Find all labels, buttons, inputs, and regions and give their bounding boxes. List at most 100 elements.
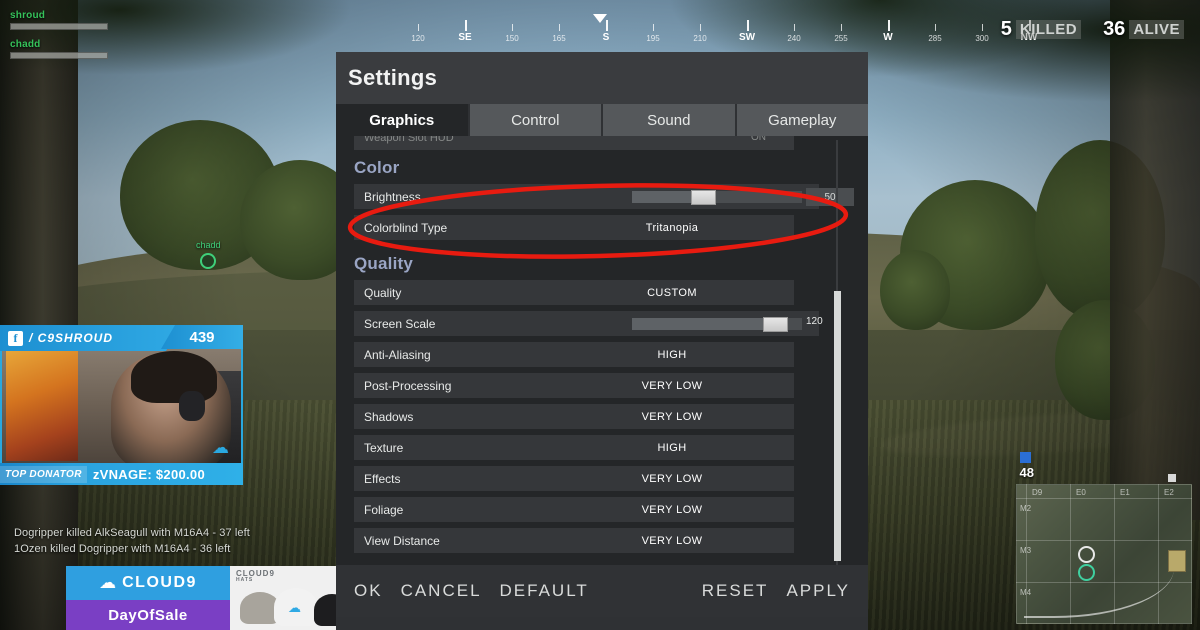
ad-brand-block: ☁ CLOUD9 DayOfSale — [66, 566, 230, 630]
tab-gameplay[interactable]: Gameplay — [736, 104, 868, 136]
tab-graphics[interactable]: Graphics — [336, 104, 468, 136]
settings-row-view-distance[interactable]: View Distance VERY LOW — [354, 528, 794, 553]
compass-tick — [747, 20, 749, 31]
settings-row-label: Screen Scale — [364, 316, 436, 331]
compass-label: 240 — [787, 34, 801, 43]
apply-button[interactable]: APPLY — [786, 581, 850, 601]
compass-tick — [465, 20, 467, 31]
compass-label: 165 — [552, 34, 566, 43]
headset-icon — [179, 391, 205, 421]
minimap[interactable]: D9 E0 E1 E2 M2 M3 M4 — [1016, 484, 1192, 624]
settings-row-partial-label: Weapon Slot HUD — [364, 136, 454, 144]
minimap-col-label: D9 — [1032, 488, 1043, 497]
compass-label: 255 — [834, 34, 848, 43]
minimap-waypoint-icon — [1078, 546, 1095, 563]
slider-track[interactable] — [632, 190, 802, 205]
compass-tick — [418, 24, 419, 31]
ad-brand-name: CLOUD9 — [122, 574, 197, 591]
settings-row-label: Quality — [364, 285, 402, 300]
alive-counter: 36 ALIVE — [1103, 18, 1184, 41]
channel-handle: / C9SHROUD — [29, 331, 114, 345]
settings-content: Color Brightness 50 Colorblind Type Tritanop… — [344, 150, 854, 553]
alive-label: ALIVE — [1129, 20, 1184, 39]
channel-handle-bar: f / C9SHROUD — [0, 325, 180, 351]
teammate-world-marker: chadd — [196, 240, 221, 269]
settings-row-label: Colorblind Type — [364, 220, 448, 235]
settings-row-partial[interactable]: Weapon Slot HUD ON — [354, 136, 794, 150]
section-heading-quality: Quality — [354, 254, 414, 273]
minimap-col-label: E2 — [1164, 488, 1174, 497]
minimap-gridline — [1158, 484, 1159, 624]
settings-row-quality[interactable]: Quality CUSTOM — [354, 280, 794, 305]
viewer-count: 439 — [189, 328, 215, 346]
cancel-button[interactable]: CANCEL — [401, 581, 482, 601]
settings-row-effects[interactable]: Effects VERY LOW — [354, 466, 794, 491]
compass-tick — [935, 24, 936, 31]
kill-feed: Dogripper killed AlkSeagull with M16A4 -… — [14, 527, 250, 559]
ad-promo-text: DayOfSale — [108, 606, 188, 624]
team-member-row: chadd — [10, 39, 110, 59]
settings-row-label: View Distance — [364, 533, 440, 548]
team-member-row: shroud — [10, 10, 110, 30]
slider-knob[interactable] — [691, 190, 717, 205]
teammate-marker-ring-icon — [200, 253, 217, 269]
reset-button[interactable]: RESET — [702, 581, 769, 601]
team-member-health-bar — [10, 23, 108, 30]
default-button[interactable]: DEFAULT — [500, 581, 589, 601]
compass-label: SE — [458, 32, 472, 43]
settings-row-label: Foliage — [364, 502, 404, 517]
settings-row-brightness[interactable]: Brightness 50 — [354, 184, 854, 209]
settings-row-value: VERY LOW — [641, 410, 703, 423]
settings-row-foliage[interactable]: Foliage VERY LOW — [354, 497, 794, 522]
settings-row-texture[interactable]: Texture HIGH — [354, 435, 794, 460]
sponsor-ad-banner[interactable]: ☁ CLOUD9 DayOfSale CLOUD9 HATS ☁ — [66, 566, 350, 630]
settings-row-label: Texture — [364, 440, 404, 455]
minimap-gridline — [1016, 498, 1192, 499]
settings-row-value: VERY LOW — [641, 503, 703, 516]
settings-scrollbar-thumb[interactable] — [834, 291, 841, 561]
settings-row-label: Shadows — [364, 409, 414, 424]
tab-control[interactable]: Control — [469, 104, 601, 136]
viewer-count-badge: 439 — [161, 325, 243, 349]
compass-label: 300 — [975, 34, 989, 43]
minimap-teammate-icon — [1078, 564, 1095, 581]
compass-heading-marker — [593, 14, 607, 23]
tab-sound[interactable]: Sound — [603, 104, 735, 136]
ad-product-title: CLOUD9 HATS — [236, 569, 275, 584]
settings-row-screen-scale[interactable]: Screen Scale 120 — [354, 311, 823, 336]
settings-button-bar: OK CANCEL DEFAULT RESET APPLY — [336, 565, 868, 617]
compass-label: 120 — [411, 34, 425, 43]
settings-row-value: HIGH — [657, 441, 687, 454]
ad-product-image: CLOUD9 HATS ☁ — [230, 566, 350, 630]
settings-row-colorblind-type[interactable]: Colorblind Type Tritanopia — [354, 215, 794, 240]
slider-knob[interactable] — [762, 317, 788, 332]
compass-label: S — [602, 32, 610, 43]
compass-tick — [982, 24, 983, 31]
settings-row-shadows[interactable]: Shadows VERY LOW — [354, 404, 794, 429]
slider-track[interactable] — [632, 317, 802, 332]
settings-row-anti-aliasing[interactable]: Anti-Aliasing HIGH — [354, 342, 794, 367]
cloud9-icon: ☁ — [99, 573, 117, 592]
webcam-frame: ☁ — [0, 341, 243, 471]
teammate-marker-name: chadd — [196, 240, 221, 250]
compass-label: SW — [738, 32, 756, 43]
streamer-hair — [131, 351, 217, 403]
settings-row-post-processing[interactable]: Post-Processing VERY LOW — [354, 373, 794, 398]
alive-count: 36 — [1103, 18, 1126, 40]
kill-feed-line: 1Ozen killed Dogripper with M16A4 - 36 l… — [14, 543, 231, 555]
compass-label: W — [883, 32, 893, 43]
settings-buttons-right: RESET APPLY — [702, 581, 850, 601]
wall-poster — [6, 349, 78, 461]
top-donator-bar: TOP DONATOR zVNAGE: $200.00 — [0, 463, 243, 485]
settings-tab-bar: Graphics Control Sound Gameplay — [336, 104, 868, 136]
settings-row-value: VERY LOW — [641, 534, 703, 547]
minimap-top-marker-icon — [1168, 474, 1176, 482]
players-remaining: 48 — [1019, 452, 1034, 480]
compass-label: 210 — [693, 34, 707, 43]
slider-value-text: 120 — [806, 316, 823, 327]
settings-row-value: VERY LOW — [641, 379, 703, 392]
ok-button[interactable]: OK — [354, 581, 383, 601]
ad-promo-bar: DayOfSale — [66, 600, 230, 630]
team-hud: shroud chadd — [10, 10, 110, 68]
settings-row-label: Post-Processing — [364, 378, 452, 393]
